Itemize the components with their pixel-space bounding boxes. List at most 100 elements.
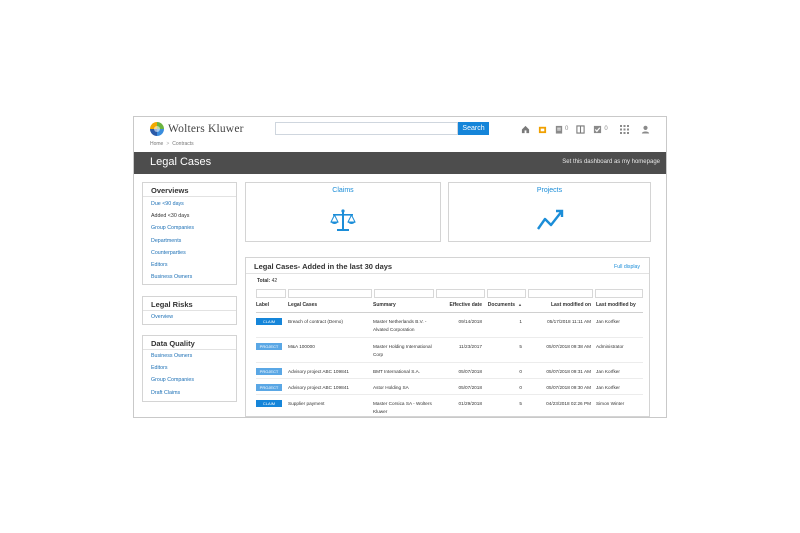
column-filters [256, 289, 643, 298]
search-input[interactable] [275, 122, 458, 135]
cell-legal-case[interactable]: Advisory project ABC 109841 [288, 378, 373, 395]
breadcrumb-home[interactable]: Home [150, 141, 163, 147]
claims-tile-label: Claims [332, 187, 354, 194]
cell-effective-date: 05/07/2018 [436, 362, 485, 379]
sidebar-item-draft-claims[interactable]: Draft Claims [143, 387, 236, 399]
projects-tile[interactable]: Projects [448, 182, 651, 242]
cell-documents: 5 [485, 337, 525, 363]
cell-summary: Master Holding International Corp [373, 337, 436, 363]
briefcase-icon[interactable] [538, 125, 547, 134]
cell-effective-date: 09/14/2018 [436, 312, 485, 338]
brand-logo[interactable]: Wolters Kluwer [150, 122, 244, 136]
app-window: Wolters Kluwer Search 0 0 Home > Contrac… [133, 116, 667, 418]
column-header-effective-date[interactable]: Effective date [436, 299, 485, 313]
cell-legal-case[interactable]: Breach of contract (Demo) [288, 312, 373, 338]
scales-icon [330, 209, 356, 231]
breadcrumb-separator: > [166, 141, 170, 147]
cell-documents: 0 [485, 378, 525, 395]
label-badge: CLAIM [256, 399, 282, 407]
panel-title: Legal Cases- Added in the last 30 days [254, 262, 393, 271]
filter-effective-date[interactable] [436, 289, 485, 298]
column-header-last-modified-by[interactable]: Last modified by [594, 299, 643, 313]
column-header-last-modified-on[interactable]: Last modified on [525, 299, 594, 313]
cell-last-modified-by: Jan Korfker [594, 312, 643, 338]
sidebar-item-counterparties[interactable]: Counterparties [143, 247, 236, 259]
column-header-label[interactable]: Label [256, 299, 288, 313]
table-row[interactable]: PROJECT Advisory project ABC 109841 BMT … [256, 362, 643, 379]
label-badge: PROJECT [256, 367, 282, 375]
cell-documents: 0 [485, 362, 525, 379]
table-header-row: Label Legal Cases Summary Effective date… [256, 299, 643, 313]
cell-documents: 1 [485, 312, 525, 338]
cell-documents: 5 [485, 394, 525, 417]
checkbox-count: 0 [604, 126, 608, 132]
apps-grid-icon[interactable] [619, 124, 629, 134]
total-label: Total: [257, 278, 271, 284]
filter-label[interactable] [256, 289, 286, 298]
filter-last-modified-on[interactable] [528, 289, 593, 298]
full-display-link[interactable]: Full display [614, 264, 640, 270]
top-bar: Wolters Kluwer Search 0 0 [134, 117, 666, 143]
sidebar-item-added-30-days[interactable]: Added <30 days [143, 210, 236, 222]
cell-legal-case[interactable]: M&A 100000 [288, 337, 373, 363]
breadcrumb-contracts[interactable]: Contracts [172, 141, 193, 147]
cell-legal-case[interactable]: Supplier payment [288, 394, 373, 417]
sidebar-item-editors[interactable]: Editors [143, 362, 236, 374]
home-icon[interactable] [521, 125, 530, 134]
table-row[interactable]: PROJECT Advisory project ABC 109841 Asto… [256, 378, 643, 395]
checkbox-icon[interactable]: 0 [593, 125, 608, 134]
sidebar-overviews: Overviews Due <90 days Added <30 days Gr… [142, 182, 237, 285]
table-row[interactable]: PROJECT M&A 100000 Master Holding Intern… [256, 337, 643, 363]
filter-last-modified-by[interactable] [595, 289, 643, 298]
sidebar-item-group-companies[interactable]: Group Companies [143, 374, 236, 386]
sidebar-item-due-90-days[interactable]: Due <90 days [143, 198, 236, 210]
panel-divider [246, 273, 649, 274]
cell-last-modified-by: Jan Korfker [594, 362, 643, 379]
filter-documents[interactable] [487, 289, 526, 298]
table-row[interactable]: CLAIM Supplier payment Master Corsica SA… [256, 394, 643, 417]
cell-last-modified-by: Simon Winter [594, 394, 643, 417]
title-bar: Legal Cases Set this dashboard as my hom… [134, 152, 666, 174]
page-title: Legal Cases [150, 156, 212, 168]
table-row[interactable]: CLAIM Breach of contract (Demo) Master N… [256, 312, 643, 338]
label-badge: CLAIM [256, 317, 282, 325]
cell-last-modified-on: 05/07/2018 09:38 AM [525, 337, 594, 363]
sort-ascending-icon: ▲ [518, 302, 522, 308]
documents-label: Documents [487, 302, 516, 309]
sidebar-item-business-owners[interactable]: Business Owners [143, 271, 236, 283]
brand-name: Wolters Kluwer [168, 123, 244, 135]
trend-chart-icon [536, 209, 563, 230]
sidebar-legal-risks-title: Legal Risks [143, 297, 236, 311]
sidebar-item-editors[interactable]: Editors [143, 259, 236, 271]
cell-effective-date: 01/29/2018 [436, 394, 485, 417]
label-badge: PROJECT [256, 383, 282, 391]
search-button[interactable]: Search [458, 122, 489, 135]
claims-tile[interactable]: Claims [245, 182, 441, 242]
filter-summary[interactable] [374, 289, 434, 298]
sidebar-item-business-owners[interactable]: Business Owners [143, 350, 236, 362]
filter-legal-cases[interactable] [288, 289, 372, 298]
clipboard-count: 0 [565, 126, 569, 132]
wolters-kluwer-logo-icon [150, 122, 164, 136]
total-count: Total: 42 [257, 278, 277, 284]
cell-last-modified-by: Jan Korfker [594, 378, 643, 395]
sidebar-item-overview[interactable]: Overview [143, 311, 236, 323]
cell-legal-case[interactable]: Advisory project ABC 109841 [288, 362, 373, 379]
clipboard-icon[interactable]: 0 [555, 125, 568, 134]
book-icon[interactable] [576, 124, 585, 134]
column-header-legal-cases[interactable]: Legal Cases [288, 299, 373, 313]
cell-last-modified-on: 05/07/2018 09:30 AM [525, 378, 594, 395]
sidebar-data-quality: Data Quality Business Owners Editors Gro… [142, 335, 237, 402]
cell-last-modified-by: Administrator [594, 337, 643, 363]
sidebar-overviews-title: Overviews [143, 183, 236, 197]
sidebar-data-quality-title: Data Quality [143, 336, 236, 350]
cell-last-modified-on: 04/23/2018 02:26 PM [525, 394, 594, 417]
column-header-summary[interactable]: Summary [373, 299, 436, 313]
cell-summary: Master Corsica SA - Wolters Kluwer [373, 394, 436, 417]
column-header-documents[interactable]: Documents ▲ [485, 299, 525, 313]
legal-cases-table: Label Legal Cases Summary Effective date… [256, 299, 643, 417]
sidebar-item-group-companies[interactable]: Group Companies [143, 222, 236, 234]
sidebar-item-departments[interactable]: Departments [143, 235, 236, 247]
set-homepage-link[interactable]: Set this dashboard as my homepage [562, 159, 660, 165]
user-icon[interactable] [641, 125, 650, 134]
